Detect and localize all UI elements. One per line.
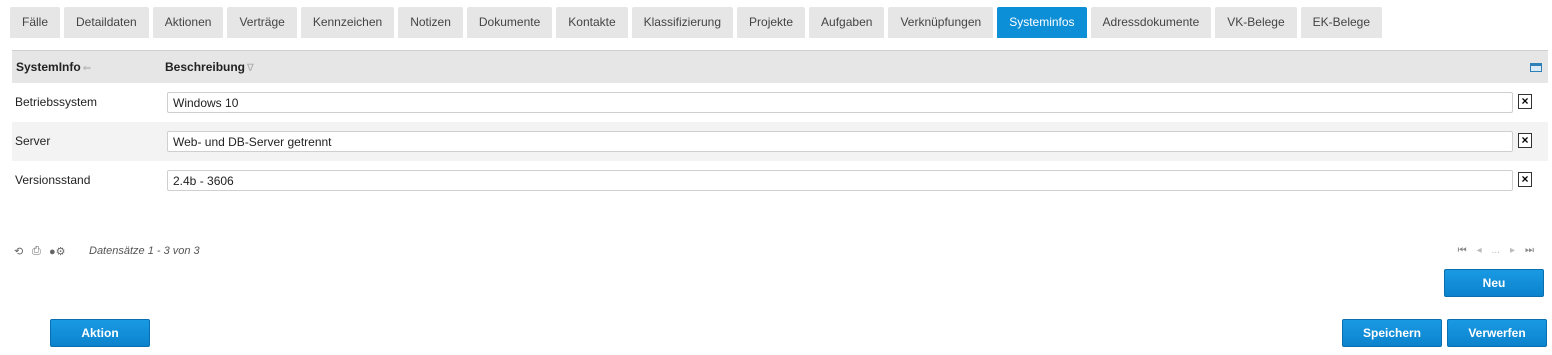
delete-row-button[interactable]: × (1518, 133, 1532, 148)
refresh-icon[interactable]: ⟲ (14, 245, 23, 258)
print-icon[interactable]: ⎙ (32, 245, 41, 258)
table-row: Versionsstand × (12, 161, 1548, 200)
first-page-icon[interactable]: ⏮ (1458, 245, 1467, 256)
tab-kennzeichen[interactable]: Kennzeichen (300, 7, 395, 38)
tab-kontakte[interactable]: Kontakte (556, 7, 628, 38)
row-value-input[interactable] (167, 131, 1513, 152)
tab-detaildaten[interactable]: Detaildaten (64, 7, 149, 38)
column-settings-icon[interactable]: ●⚙ (49, 245, 66, 258)
delete-row-button[interactable]: × (1518, 94, 1532, 109)
last-page-icon[interactable]: ⏭ (1525, 245, 1534, 256)
action-button[interactable]: Aktion (50, 319, 150, 347)
tab-adressdokumente[interactable]: Adressdokumente (1090, 7, 1212, 38)
tab-vertraege[interactable]: Verträge (227, 7, 297, 38)
next-page-icon[interactable]: ▸ (1510, 245, 1515, 256)
row-value-input[interactable] (167, 92, 1513, 113)
table-row: Server × (12, 122, 1548, 161)
tab-aktionen[interactable]: Aktionen (152, 7, 224, 38)
pager: ⏮ ◂ ... ▸ ⏭ (1458, 245, 1534, 256)
column-header-label: Beschreibung (165, 60, 246, 74)
page-ellipsis: ... (1491, 245, 1500, 256)
tab-ek-belege[interactable]: EK-Belege (1300, 7, 1383, 38)
tab-faelle[interactable]: Fälle (10, 7, 61, 38)
grid-header: SystemInfo ⇐ Beschreibung ∇ (12, 50, 1548, 83)
column-header-beschreibung[interactable]: Beschreibung ∇ (165, 51, 254, 84)
export-icon[interactable] (1530, 63, 1542, 72)
column-header-systeminfo[interactable]: SystemInfo ⇐ (16, 51, 91, 84)
tab-bar: Fälle Detaildaten Aktionen Verträge Kenn… (10, 7, 1383, 38)
tab-projekte[interactable]: Projekte (737, 7, 806, 38)
discard-button[interactable]: Verwerfen (1447, 319, 1547, 347)
row-label: Betriebssystem (15, 95, 98, 109)
column-header-label: SystemInfo (16, 60, 81, 74)
tab-klassifizierung[interactable]: Klassifizierung (631, 7, 734, 38)
sort-icon: ∇ (247, 63, 254, 74)
previous-page-icon[interactable]: ◂ (1477, 245, 1482, 256)
table-row: Betriebssystem × (12, 83, 1548, 122)
record-count: Datensätze 1 - 3 von 3 (89, 245, 200, 257)
row-value-input[interactable] (167, 170, 1513, 191)
tab-systeminfos[interactable]: Systeminfos (997, 7, 1087, 38)
row-label: Server (15, 134, 51, 148)
tab-notizen[interactable]: Notizen (398, 7, 463, 38)
delete-row-button[interactable]: × (1518, 172, 1532, 187)
tab-aufgaben[interactable]: Aufgaben (809, 7, 885, 38)
row-label: Versionsstand (15, 173, 91, 187)
tab-vk-belege[interactable]: VK-Belege (1215, 7, 1297, 38)
tab-verknuepfungen[interactable]: Verknüpfungen (888, 7, 994, 38)
tab-dokumente[interactable]: Dokumente (466, 7, 553, 38)
save-button[interactable]: Speichern (1342, 319, 1442, 347)
grid-footer: ⟲ ⎙ ●⚙ Datensätze 1 - 3 von 3 ⏮ ◂ ... ▸ … (12, 244, 1548, 260)
sort-icon: ⇐ (82, 63, 92, 74)
new-button[interactable]: Neu (1444, 269, 1544, 297)
systeminfo-grid: SystemInfo ⇐ Beschreibung ∇ Betriebssystem… (12, 50, 1548, 200)
